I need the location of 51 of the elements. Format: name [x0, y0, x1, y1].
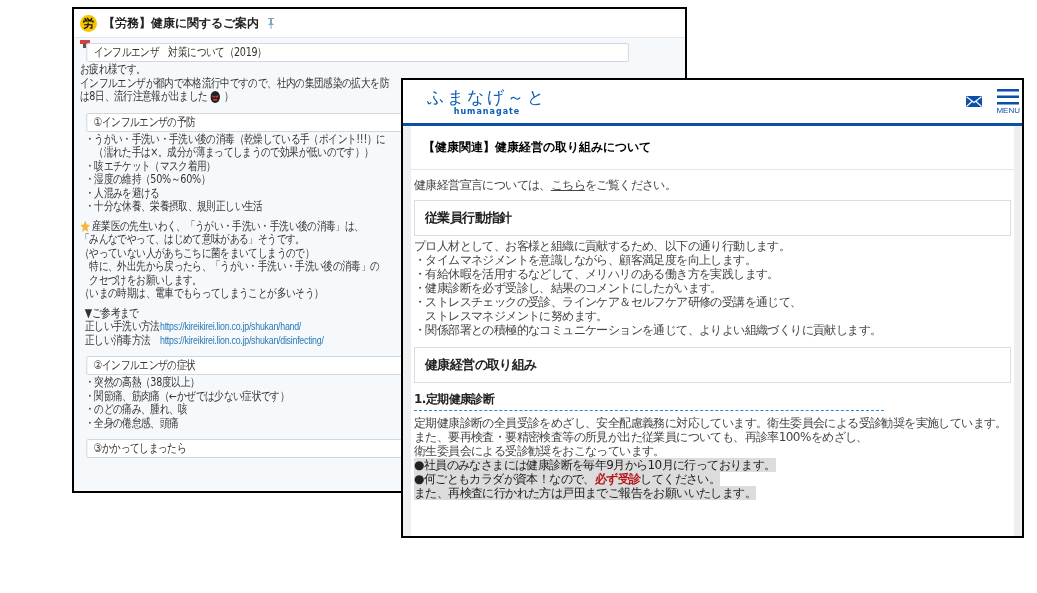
message-line: （いまの時期は、電車でもらってしまうことが多いそう）	[80, 286, 324, 300]
pin-icon	[267, 17, 275, 29]
star-icon	[80, 219, 91, 233]
list-item: ・人混みを避ける	[84, 185, 160, 200]
message-line: （やっていない人があちこちに菌をまいてしまうので）	[80, 245, 314, 260]
section-heading: 従業員行動指針	[414, 200, 1011, 236]
list-item: ・十分な休養、栄養摂取、規則正しい生活	[84, 199, 263, 213]
body-text: 定期健康診断の全員受診をめざし、安全配慮義務に対応しています。衛生委員会による受診勧奨を実施しています。	[414, 416, 1007, 430]
section-heading: 健康経営の取り組み	[414, 347, 1011, 383]
section-heading: インフルエンザ 対策について（2019）	[86, 43, 629, 62]
list-item: ▼ご参考まで	[84, 305, 139, 320]
body-text: ・健康診断を必ず受診し、結果のコメントにしたがいます。	[414, 281, 722, 295]
highlighted-text: ●社員のみなさまには健康診断を毎年9月から10月に行っております。	[414, 458, 776, 472]
channel-badge: 労	[80, 14, 97, 32]
mail-icon	[966, 96, 983, 107]
highlighted-text: ●何ごともカラダが資本！なので、必ず受診してください。	[414, 472, 721, 486]
channel-title: 【労務】健康に関するご案内	[103, 14, 259, 32]
list-item: ・突然の高熱（38度以上）	[84, 375, 200, 389]
link-label: 正しい手洗い方法	[84, 320, 159, 334]
list-item: ・のどの痛み、腫れ、咳	[84, 402, 188, 416]
list-item: ・全身の倦怠感、頭痛	[84, 415, 179, 430]
highlighted-text: また、再検査に行かれた方は戸田までご報告をお願いいたします。	[414, 486, 756, 500]
message-line: 産業医の先生いわく、「うがい・手洗い・手洗い後の消毒」は、	[92, 219, 364, 233]
message-line: インフルエンザが都内で本格流行中ですので、社内の集団感染の拡大を防	[80, 75, 389, 90]
body-text: プロ人材として、お客様と組織に貢献するため、以下の通り行動します。	[414, 239, 791, 253]
subsection-heading: 1.定期健康診断	[414, 391, 884, 411]
list-item: ・湿度の維持（50%～60%）	[84, 172, 211, 186]
site-logo[interactable]: ふまなげ～と	[427, 87, 547, 107]
intro-text: 健康経営宣言については、こちらをご覧ください。	[414, 178, 678, 192]
list-item: （濡れた手は×。成分が薄まってしまうので効果が低いのです））	[93, 145, 374, 159]
body-text: ・ストレスチェックの受診、ラインケア＆セルフケア研修の受講を通じて、	[414, 295, 802, 309]
body-text: ・タイムマネジメントを意識しながら、顧客満足度を向上します。	[414, 253, 756, 267]
link[interactable]: こちら	[550, 178, 585, 192]
message-line: クセづけをお願いします。	[88, 272, 202, 287]
page-title: 【健康関連】健康経営の取り組みについて	[411, 126, 1014, 170]
message-line: お疲れ様です。	[80, 62, 146, 76]
devil-face-icon	[210, 90, 221, 103]
url-link[interactable]: https://kireikirei.lion.co.jp/shukan/disinfecting/	[160, 333, 324, 347]
message-line: ）	[223, 90, 233, 104]
message-line: は8日、流行注意報が出ました	[80, 90, 208, 104]
message-line: 「みんなでやって、はじめて意味がある」そうです。	[80, 232, 305, 246]
list-item: ・関節痛、筋肉痛（←かぜでは少ない症状です）	[84, 388, 290, 403]
message-line: 特に、外出先から戻ったら、「うがい・手洗い・手洗い後の消毒」の	[89, 259, 380, 273]
body-text: ストレスマネジメントに努めます。	[424, 309, 608, 323]
list-item: ・うがい・手洗い・手洗い後の消毒（乾燥している手（ポイント!!!）に	[84, 131, 386, 146]
body-text: ・関係部署との積極的なコミュニケーションを通じて、よりよい組織づくりに貢献します。	[414, 323, 882, 337]
list-item: ・咳エチケット（マスク着用）	[84, 158, 216, 173]
link-label: 正しい消毒方法	[84, 333, 152, 347]
body-text: ・有給休暇を活用するなどして、メリハリのある働き方を実践します。	[414, 267, 779, 281]
menu-button[interactable]: MENU	[996, 88, 1020, 115]
url-link[interactable]: https://kireikirei.lion.co.jp/shukan/hand/	[160, 320, 302, 334]
